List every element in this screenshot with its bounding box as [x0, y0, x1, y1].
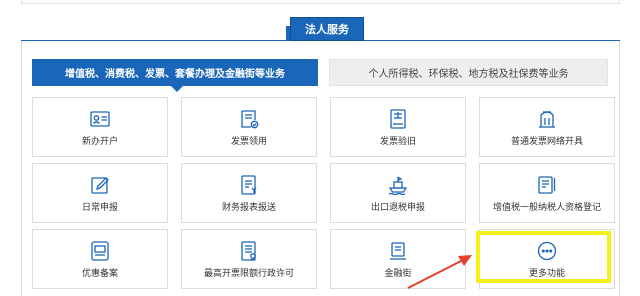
- service-invoice-verify[interactable]: 发票验旧: [330, 97, 466, 157]
- service-invoice-limit[interactable]: 最高开票限额行政许可: [181, 229, 317, 289]
- service-finance-street[interactable]: 金融街: [330, 229, 466, 289]
- service-label: 发票验旧: [379, 136, 416, 147]
- service-financial-report[interactable]: 财务报表报送: [181, 163, 317, 223]
- service-label: 日常申报: [81, 202, 118, 213]
- tab-vat-business[interactable]: 增值税、消费税、发票、套餐办理及金融街等业务: [32, 59, 318, 92]
- service-label: 金融街: [384, 268, 412, 279]
- service-label: 发票领用: [230, 136, 267, 147]
- top-panel-edge: [21, 0, 620, 4]
- invoice-limit-icon: [238, 240, 260, 262]
- service-preferential-filing[interactable]: 优惠备案: [32, 229, 168, 289]
- taxpayer-register-icon: [536, 174, 558, 196]
- export-ship-icon: [387, 174, 409, 196]
- service-label: 增值税一般纳税人资格登记: [492, 202, 601, 213]
- invoice-receive-icon: [238, 108, 260, 130]
- service-export-refund[interactable]: 出口退税申报: [330, 163, 466, 223]
- service-label: 出口退税申报: [370, 202, 425, 213]
- service-label: 优惠备案: [81, 268, 118, 279]
- preferential-filing-icon: [89, 240, 111, 262]
- service-label: 新办开户: [81, 136, 118, 147]
- service-label: 普通发票网络开具: [510, 136, 583, 147]
- invoice-verify-icon: [387, 108, 409, 130]
- service-label: 最高开票限额行政许可: [203, 268, 294, 279]
- tab-personal-tax-business[interactable]: 个人所得税、环保税、地方税及社保费等业务: [329, 59, 608, 86]
- service-new-account[interactable]: 新办开户: [32, 97, 168, 157]
- legal-services-header: 法人服务: [286, 17, 364, 41]
- service-online-invoice[interactable]: 普通发票网络开具: [479, 97, 615, 157]
- id-card-icon: [89, 108, 111, 130]
- service-daily-declare[interactable]: 日常申报: [32, 163, 168, 223]
- financial-report-icon: [238, 174, 260, 196]
- service-taxpayer-register[interactable]: 增值税一般纳税人资格登记: [479, 163, 615, 223]
- service-invoice-receive[interactable]: 发票领用: [181, 97, 317, 157]
- highlight-box: [476, 231, 611, 283]
- edit-declare-icon: [89, 174, 111, 196]
- online-invoice-icon: [536, 108, 558, 130]
- finance-street-icon: [387, 240, 409, 262]
- service-label: 财务报表报送: [221, 202, 276, 213]
